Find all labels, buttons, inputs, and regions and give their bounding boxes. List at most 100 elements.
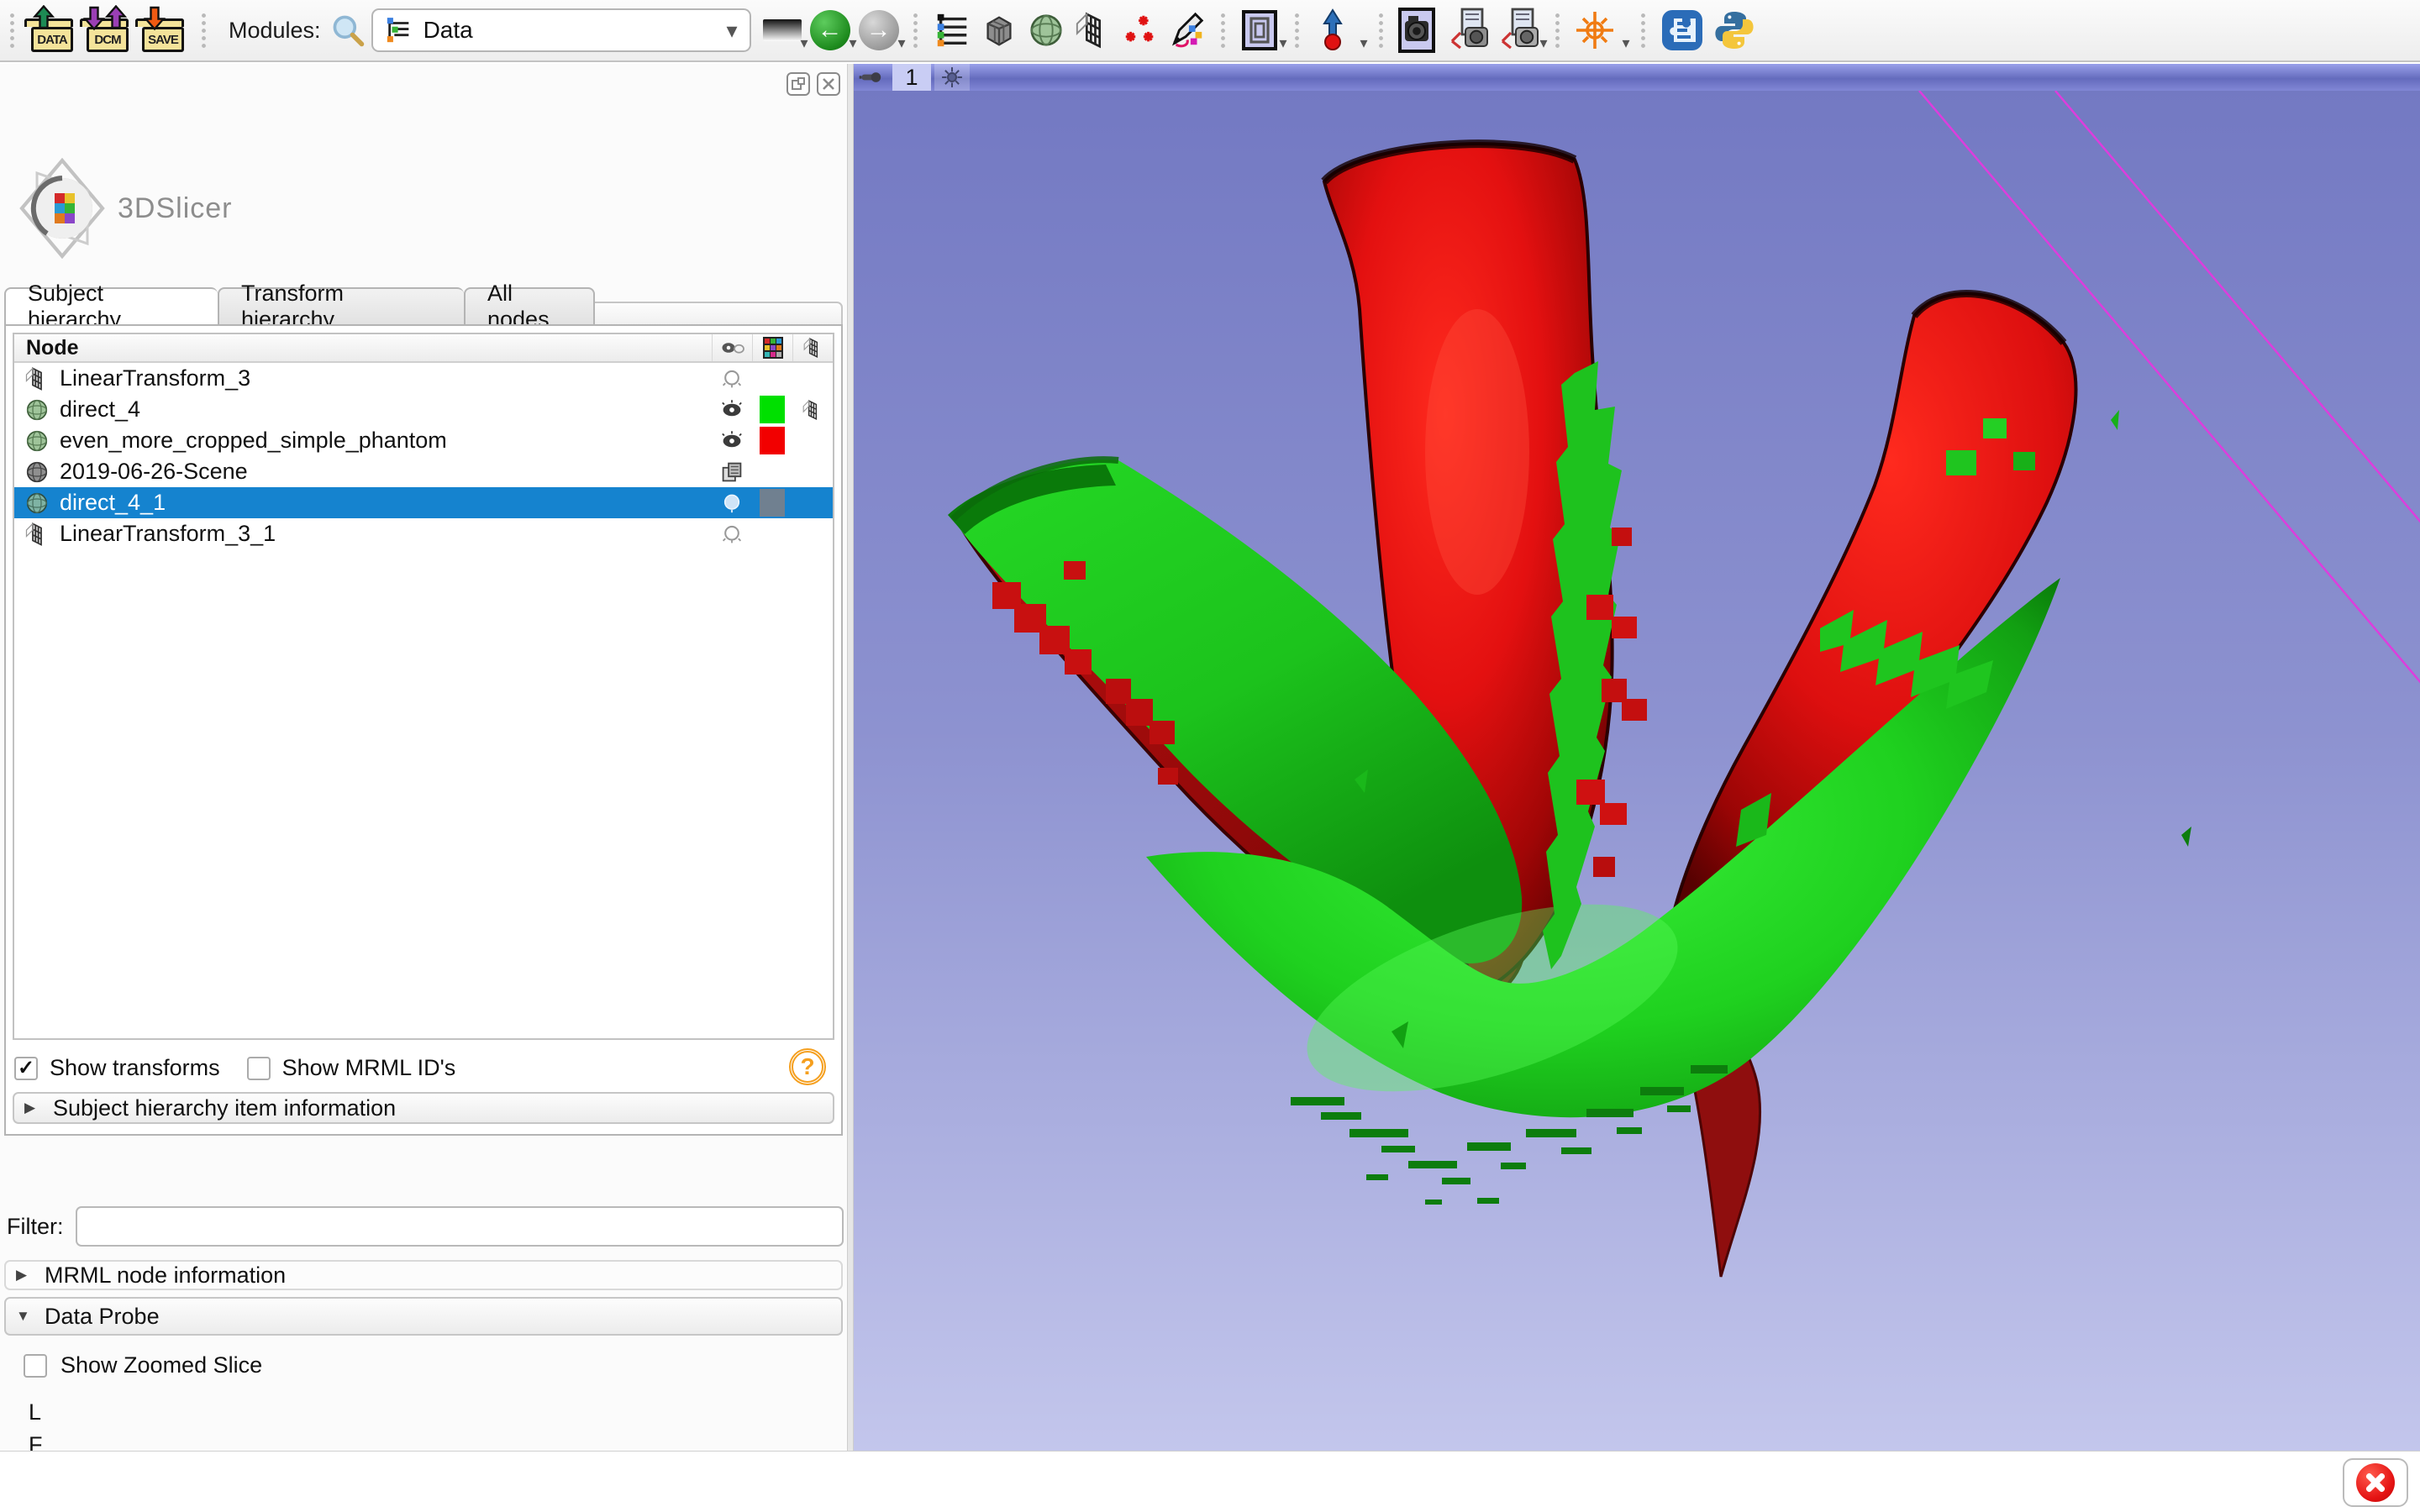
eye-hidden-icon [721,492,743,514]
help-button[interactable]: ? [789,1048,826,1085]
transform-node-icon [24,366,50,391]
hierarchy-tabs: Subject hierarchy Transform hierarchy Al… [4,287,595,326]
load-dicom-button[interactable]: DCM [85,7,132,54]
tree-row-direct-4-1[interactable]: direct_4_1 [14,487,833,518]
scene-view-restore-button[interactable]: ▾ [1499,7,1541,54]
tree-row-even-more-cropped-simple-phantom[interactable]: even_more_cropped_simple_phantom [14,425,833,456]
annotations-module-button[interactable] [1121,7,1160,54]
show-transforms-checkbox[interactable]: ✓ [14,1057,38,1080]
volume-cube-icon [980,11,1018,50]
module-panel: 3DSlicer ▶ Help & Acknowledgement Subjec… [0,64,847,1451]
load-data-button[interactable]: DATA [29,7,76,54]
tree-row-lineartransform-3-1[interactable]: LinearTransform_3_1 [14,518,833,549]
module-selector-combobox[interactable]: Data ▾ [371,8,751,52]
tree-row-lineartransform-3[interactable]: LinearTransform_3 [14,363,833,394]
subject-hierarchy-module-button[interactable] [933,7,971,54]
python-icon [1712,8,1756,52]
visibility-toggle[interactable] [712,399,752,421]
crosshair-button[interactable]: ▾ [1575,7,1615,54]
toolbar-drag-handle[interactable] [1639,12,1648,49]
place-fiducial-icon [1314,8,1351,52]
load-dicom-folder-icon: DCM [85,7,132,54]
question-icon: ? [800,1053,814,1080]
filter-input[interactable] [76,1206,844,1247]
transform-cell[interactable] [792,398,833,422]
color-swatch[interactable] [752,427,792,454]
error-log-button[interactable] [2343,1458,2408,1507]
pin-icon[interactable] [859,66,887,88]
color-column-header[interactable] [752,334,792,361]
volumes-module-button[interactable] [980,7,1018,54]
visibility-toggle[interactable] [712,368,752,390]
editor-module-button[interactable] [1168,7,1207,54]
module-history-back-button[interactable]: ← ▾ [810,7,850,54]
visibility-toggle[interactable] [712,430,752,452]
green-up-arrow-icon [31,5,56,30]
chevron-down-icon: ▾ [898,34,906,52]
toolbar-drag-handle[interactable] [912,12,920,49]
float-window-icon [792,77,805,91]
scene-visibility-cell[interactable] [712,461,752,483]
filter-label: Filter: [7,1214,64,1240]
tab-all-nodes[interactable]: All nodes [464,287,595,326]
toolbar-drag-handle[interactable] [1554,12,1562,49]
threed-view[interactable]: 1 [854,64,2420,1451]
slicer-logo-icon [12,158,113,259]
module-search-icon[interactable] [329,12,366,49]
threed-view-controller-bar[interactable]: 1 [854,64,2420,91]
3d-model-render[interactable] [854,91,2420,1451]
show-zoomed-slice-checkbox[interactable] [24,1354,47,1378]
view-spin-button[interactable] [934,64,970,91]
place-markup-button[interactable]: ▾ [1314,7,1351,54]
layout-selector-button[interactable]: ▾ [1240,7,1281,54]
visibility-toggle[interactable] [712,492,752,514]
model-sphere-icon [1027,11,1065,50]
orange-down-arrow-icon [142,5,167,30]
color-swatch[interactable] [752,396,792,423]
scene-view-capture-button[interactable] [1449,7,1491,54]
chevron-down-icon: ▾ [1360,34,1368,52]
node-column-header[interactable]: Node [26,336,79,360]
chevron-down-icon: ▾ [1540,34,1548,52]
toolbar-drag-handle[interactable] [200,12,208,49]
hierarchy-tree-icon [933,11,971,50]
modules-label: Modules: [229,18,321,44]
app-title: 3DSlicer [118,192,232,225]
toolbar-drag-handle[interactable] [1293,12,1302,49]
save-button[interactable]: SAVE [140,7,187,54]
load-data-folder-icon: DATA [29,7,76,54]
toolbar-drag-handle[interactable] [1377,12,1386,49]
panel-viewport-splitter[interactable] [847,64,854,1451]
toolbar-drag-handle[interactable] [1219,12,1228,49]
tree-header[interactable]: Node [14,334,833,363]
stacked-views-icon [721,461,743,483]
python-console-button[interactable] [1712,7,1756,54]
scene-restore-icon [1499,8,1541,53]
data-probe-section[interactable]: ▼ Data Probe [4,1297,843,1336]
node-tree[interactable]: Node [13,333,834,1040]
tree-row-scene[interactable]: 2019-06-26-Scene [14,456,833,487]
layout-icon [1240,8,1281,52]
close-panel-button[interactable] [817,72,840,96]
extensions-puzzle-icon [1660,8,1704,52]
models-module-button[interactable] [1027,7,1065,54]
module-history-forward-button[interactable]: → ▾ [859,7,899,54]
main-toolbar: DATA DCM SAVE Modules: Data ▾ [0,0,2420,62]
show-mrml-ids-checkbox[interactable] [247,1057,271,1080]
visibility-toggle[interactable] [712,523,752,545]
tab-subject-hierarchy[interactable]: Subject hierarchy [4,287,218,326]
tree-row-direct-4[interactable]: direct_4 [14,394,833,425]
extensions-manager-button[interactable] [1660,7,1704,54]
module-history-menu-button[interactable]: ▾ [763,7,802,54]
item-information-section[interactable]: ▶ Subject hierarchy item information [13,1092,834,1124]
transform-column-header[interactable] [792,334,833,361]
tab-transform-hierarchy[interactable]: Transform hierarchy [218,287,464,326]
module-selector-value: Data [424,17,473,44]
color-swatch[interactable] [752,489,792,517]
undock-panel-button[interactable] [786,72,810,96]
toolbar-drag-handle[interactable] [8,12,17,49]
visibility-column-header[interactable] [712,334,752,361]
mrml-node-information-section[interactable]: ▶ MRML node information [4,1260,843,1290]
screenshot-button[interactable] [1398,7,1440,54]
transforms-module-button[interactable] [1074,7,1113,54]
